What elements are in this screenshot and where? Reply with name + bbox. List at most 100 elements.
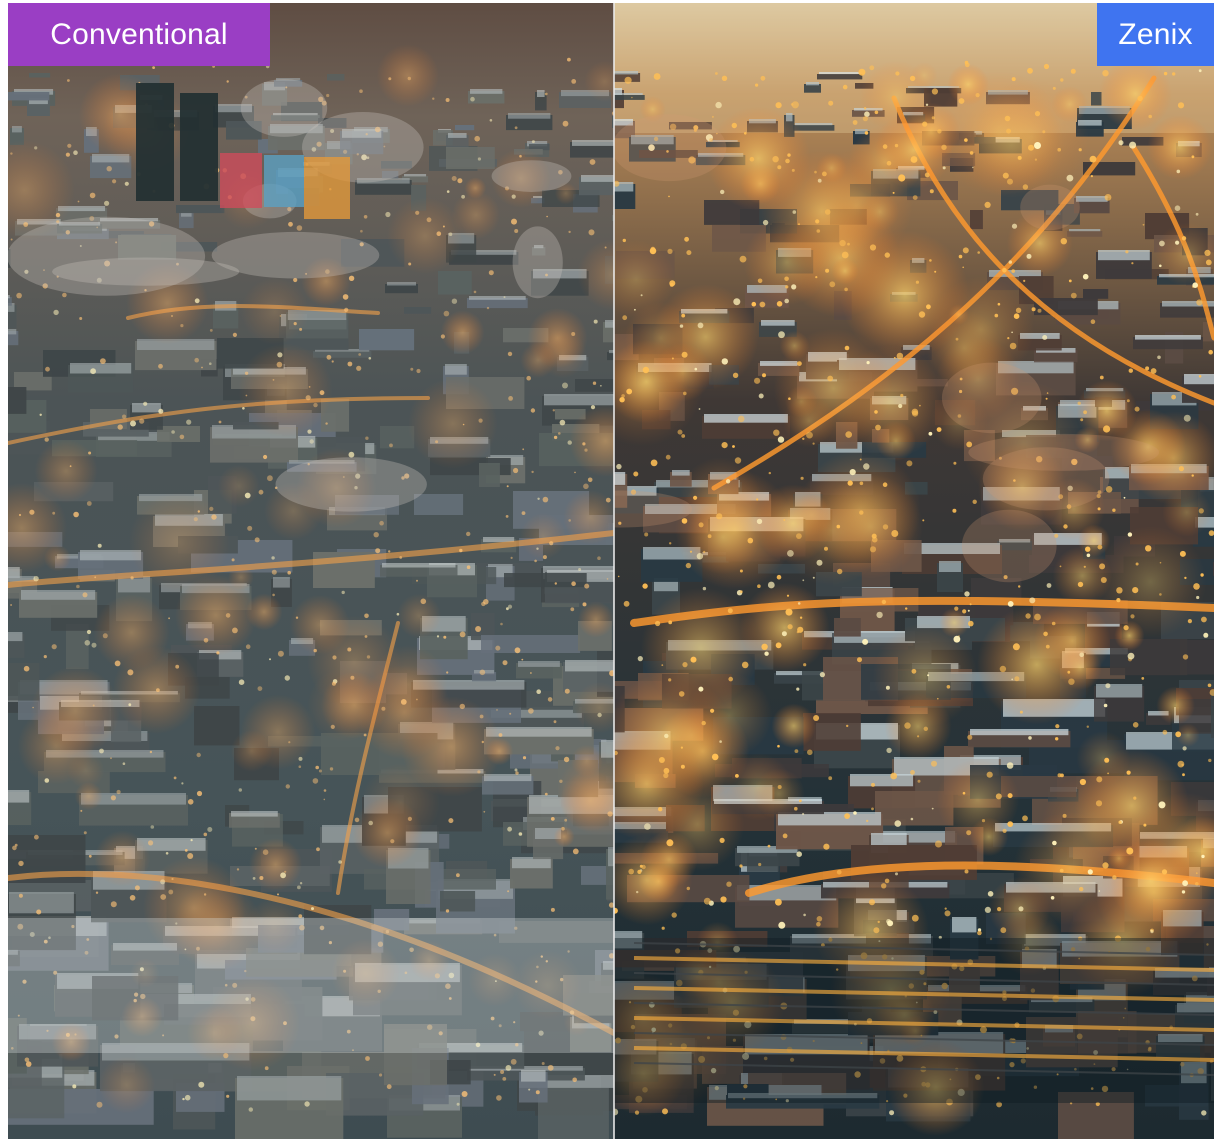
zenix-image-pane: [614, 3, 1214, 1139]
window-light: [969, 151, 974, 155]
window-light: [1052, 840, 1057, 846]
window-light: [44, 778, 50, 783]
window-light: [448, 818, 454, 824]
window-light: [1102, 862, 1109, 869]
window-light: [331, 360, 334, 363]
window-light: [531, 140, 535, 144]
snow-roof: [387, 282, 416, 286]
window-light: [1195, 212, 1199, 216]
window-light: [1174, 205, 1181, 211]
window-light: [263, 454, 268, 460]
window-light: [1083, 410, 1087, 415]
window-light: [507, 890, 510, 893]
city-building: [157, 426, 200, 442]
window-light: [890, 772, 898, 780]
city-building: [834, 618, 861, 637]
snowy-rail-yard: [8, 918, 614, 1053]
window-light: [906, 460, 913, 467]
window-light: [245, 394, 248, 397]
window-light: [797, 602, 801, 605]
window-light: [541, 1062, 545, 1065]
window-light: [445, 909, 450, 913]
steam-plume: [961, 509, 1057, 583]
window-light: [124, 181, 129, 186]
window-light: [634, 1110, 640, 1115]
snow-roof: [614, 71, 639, 75]
snow-roof: [850, 774, 914, 787]
window-light: [1079, 652, 1084, 658]
window-light: [1080, 418, 1084, 422]
window-light: [479, 714, 484, 719]
window-light: [112, 179, 117, 184]
window-light: [67, 79, 70, 82]
window-light: [442, 225, 445, 228]
window-light: [344, 307, 349, 312]
window-light: [1193, 583, 1200, 590]
window-light: [187, 799, 194, 805]
window-light: [1059, 868, 1064, 873]
window-light: [1014, 676, 1020, 682]
window-light: [719, 837, 725, 844]
window-light: [871, 536, 878, 543]
window-light: [884, 252, 890, 258]
window-light: [852, 120, 858, 125]
window-light: [962, 247, 969, 254]
window-light: [459, 631, 466, 638]
window-light: [844, 287, 848, 292]
window-light: [1057, 147, 1061, 152]
street-light-glow: [440, 310, 485, 355]
window-light: [797, 361, 802, 366]
window-light: [475, 626, 482, 632]
window-light: [1158, 801, 1166, 809]
snow-roof: [806, 82, 819, 86]
window-light: [1023, 279, 1026, 282]
window-light: [534, 559, 537, 563]
window-light: [702, 586, 707, 591]
window-light: [784, 276, 789, 282]
window-light: [787, 550, 794, 557]
window-light: [796, 533, 802, 539]
window-light: [514, 229, 519, 233]
window-light: [1002, 268, 1007, 273]
window-light: [661, 926, 665, 930]
window-light: [552, 409, 555, 412]
window-light: [479, 669, 486, 676]
window-light: [886, 919, 891, 924]
window-light: [272, 593, 275, 597]
comparison-divider[interactable]: [613, 3, 615, 1139]
window-light: [785, 285, 789, 289]
window-light: [1022, 815, 1028, 822]
window-light: [681, 313, 686, 318]
steam-plume: [1020, 184, 1080, 231]
window-light: [129, 895, 136, 901]
window-light: [537, 497, 540, 500]
window-light: [1103, 703, 1108, 708]
window-light: [1015, 307, 1022, 313]
window-light: [443, 635, 447, 639]
window-light: [356, 365, 362, 371]
window-light: [968, 620, 974, 627]
window-light: [1077, 581, 1084, 588]
window-light: [1089, 155, 1097, 163]
window-light: [139, 418, 145, 424]
window-light: [715, 72, 718, 75]
window-light: [869, 65, 875, 71]
window-light: [582, 442, 586, 446]
window-light: [732, 372, 739, 378]
snow-roof: [795, 123, 833, 126]
window-light: [737, 415, 745, 423]
window-light: [845, 431, 852, 438]
window-light: [1078, 148, 1082, 152]
window-light: [869, 899, 875, 906]
window-light: [272, 379, 275, 381]
window-light: [984, 906, 991, 914]
window-light: [416, 579, 418, 582]
window-light: [298, 914, 303, 918]
street-light-glow: [321, 671, 388, 739]
window-light: [924, 172, 930, 178]
window-light: [678, 691, 685, 697]
window-light: [1116, 587, 1123, 594]
window-light: [895, 872, 898, 876]
window-light: [360, 229, 363, 233]
window-light: [446, 190, 450, 193]
